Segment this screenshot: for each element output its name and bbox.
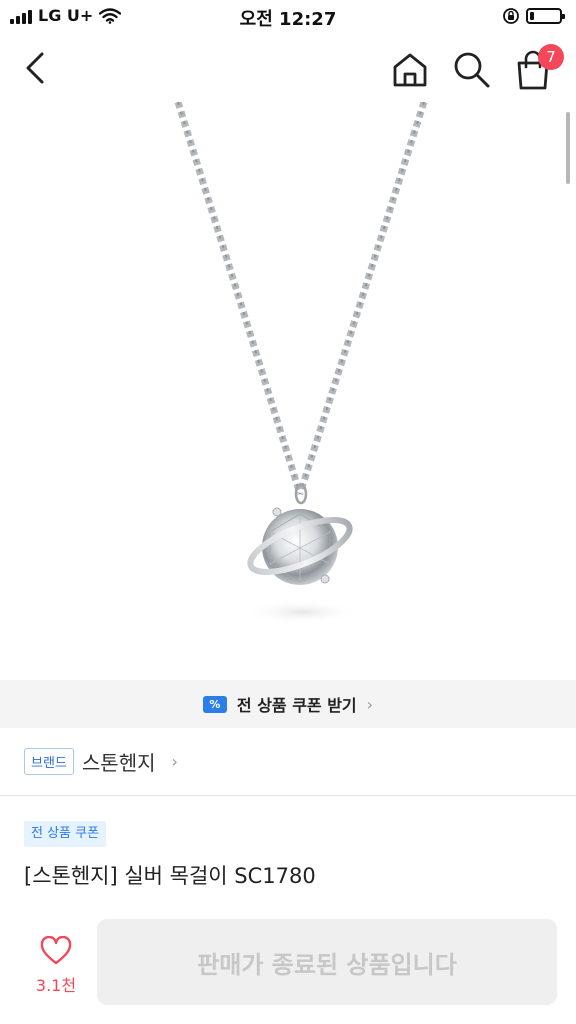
battery-level bbox=[530, 12, 535, 20]
brand-name: 스톤헨지 bbox=[81, 751, 156, 775]
chevron-left-icon[interactable] bbox=[18, 50, 54, 86]
cart-count-badge: 7 bbox=[538, 44, 564, 70]
brand-link[interactable]: 브랜드 스톤헨지 › bbox=[0, 728, 576, 796]
brand-tag: 브랜드 bbox=[24, 748, 74, 775]
home-icon[interactable] bbox=[390, 50, 430, 90]
product-image[interactable] bbox=[0, 102, 576, 680]
chevron-right-icon: › bbox=[171, 752, 178, 771]
status-time: 오전 12:27 bbox=[239, 9, 337, 30]
product-title: [스톤헨지] 실버 목걸이 SC1780 bbox=[24, 864, 316, 888]
wishlist-button[interactable]: 3.1천 bbox=[24, 930, 88, 1004]
scroll-indicator[interactable] bbox=[566, 112, 570, 184]
sold-out-button: 판매가 종료된 상품입니다 bbox=[97, 919, 557, 1005]
coupon-banner-label: 전 상품 쿠폰 받기 bbox=[236, 696, 357, 715]
status-bar: LG U+ 오전 12:27 bbox=[0, 0, 576, 34]
battery-icon bbox=[526, 8, 565, 24]
nav-bar bbox=[0, 36, 576, 102]
coupon-banner-button[interactable]: % 전 상품 쿠폰 받기 › bbox=[0, 680, 576, 728]
wishlist-count: 3.1천 bbox=[35, 976, 77, 995]
coupon-icon: % bbox=[202, 695, 227, 713]
coupon-badge: 전 상품 쿠폰 bbox=[24, 821, 107, 847]
search-icon[interactable] bbox=[452, 50, 492, 90]
heart-icon bbox=[40, 936, 72, 965]
orientation-lock-icon bbox=[503, 8, 519, 24]
chevron-right-icon: › bbox=[366, 694, 374, 714]
necklace-illustration bbox=[174, 102, 428, 624]
status-right bbox=[502, 7, 565, 25]
